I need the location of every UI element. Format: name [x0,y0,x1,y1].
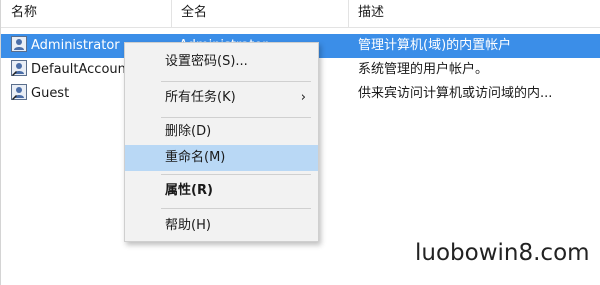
user-account-icon [11,84,27,100]
user-list-view: 名称 全名 描述 Administrator Administrator 管理计… [0,0,600,285]
context-menu: 设置密码(S)... 所有任务(K) › 删除(D) 重命名(M) 属性(R) … [124,42,319,242]
watermark-text: luobowin8.com [415,240,590,266]
column-header-name[interactable]: 名称 [1,0,171,27]
menu-item-set-password[interactable]: 设置密码(S)... [125,49,318,75]
menu-item-all-tasks[interactable]: 所有任务(K) › [125,85,318,111]
user-name: Administrator [31,38,120,53]
list-header: 名称 全名 描述 [1,0,600,28]
user-account-icon [11,60,27,76]
menu-item-delete[interactable]: 删除(D) [125,119,318,145]
menu-separator [161,208,311,209]
user-description: 系统管理的用户帐户。 [358,62,489,77]
menu-item-label: 重命名(M) [165,150,226,165]
user-description: 管理计算机(域)的内置帐户 [358,38,512,53]
chevron-right-icon: › [300,90,306,105]
menu-item-rename[interactable]: 重命名(M) [125,145,318,171]
user-name: Guest [31,86,70,101]
menu-separator [161,174,311,175]
user-description: 供来宾访问计算机或访问域的内... [358,86,553,101]
menu-separator [161,81,311,82]
menu-separator [161,117,311,118]
menu-item-properties[interactable]: 属性(R) [125,178,318,204]
menu-item-label: 设置密码(S)... [165,54,248,69]
menu-item-label: 帮助(H) [165,218,211,233]
menu-item-label: 删除(D) [165,124,212,139]
user-name: DefaultAccount [31,62,131,77]
menu-item-label: 所有任务(K) [165,90,236,105]
column-header-fullname[interactable]: 全名 [171,0,348,27]
menu-item-label: 属性(R) [165,183,213,198]
user-account-icon [11,36,27,52]
column-header-description[interactable]: 描述 [348,0,600,27]
menu-item-help[interactable]: 帮助(H) [125,213,318,239]
